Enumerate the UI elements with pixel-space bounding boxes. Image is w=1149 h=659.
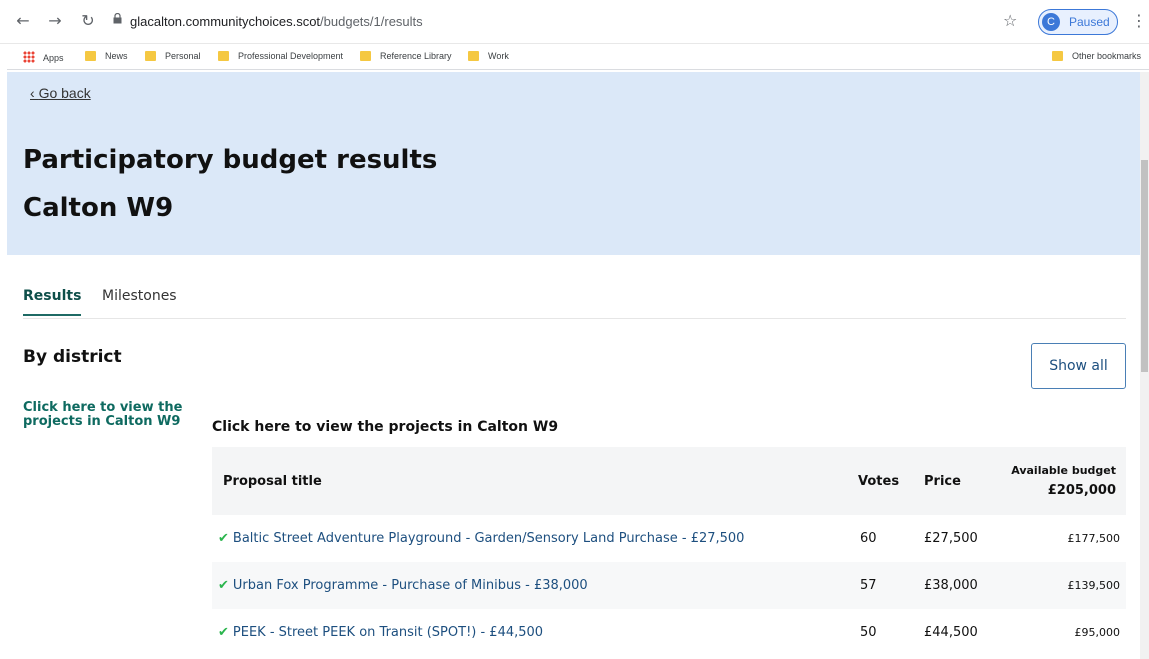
bookmark-other[interactable]: Other bookmarks xyxy=(1052,51,1141,61)
budget-cell: £177,500 xyxy=(1067,532,1121,545)
bookmark-work[interactable]: Work xyxy=(468,51,509,61)
profile-status: Paused xyxy=(1069,15,1110,29)
folder-icon xyxy=(360,51,371,61)
page-title-line1: Participatory budget results xyxy=(23,145,438,175)
profile-button[interactable]: C Paused xyxy=(1038,9,1118,35)
votes-cell: 50 xyxy=(860,625,877,640)
page-title: Participatory budget results Calton W9 xyxy=(23,136,437,232)
tab-results[interactable]: Results xyxy=(23,288,82,316)
menu-kebab-icon[interactable]: ⋮ xyxy=(1131,11,1147,30)
proposal-link[interactable]: ✔ PEEK - Street PEEK on Transit (SPOT!) -… xyxy=(212,609,858,656)
votes-cell: 60 xyxy=(860,531,877,546)
budget-cell: £95,000 xyxy=(1074,626,1121,639)
page-title-line2: Calton W9 xyxy=(23,193,174,223)
bookmark-reference-library[interactable]: Reference Library xyxy=(360,51,452,61)
check-icon: ✔ xyxy=(218,578,229,593)
browser-toolbar: ← → ↻ glacalton.communitychoices.scot/bu… xyxy=(0,0,1149,44)
bookmark-professional-development[interactable]: Professional Development xyxy=(218,51,343,61)
district-heading: By district xyxy=(23,347,122,367)
header-proposal-title: Proposal title xyxy=(223,473,322,489)
budget-cell: £139,500 xyxy=(1067,579,1121,592)
header-price: Price xyxy=(924,473,961,489)
table-row: ✔ PEEK - Street PEEK on Transit (SPOT!) -… xyxy=(212,609,1126,656)
check-icon: ✔ xyxy=(218,531,229,546)
folder-icon xyxy=(468,51,479,61)
price-cell: £27,500 xyxy=(924,531,978,546)
url-bar[interactable]: glacalton.communitychoices.scot/budgets/… xyxy=(130,14,423,29)
header-votes: Votes xyxy=(858,473,900,489)
budget-label: Available budget xyxy=(1011,464,1116,477)
window-edge xyxy=(0,44,7,659)
forward-arrow-icon[interactable]: → xyxy=(46,12,64,30)
bookmark-apps[interactable]: Apps xyxy=(23,51,64,63)
folder-icon xyxy=(218,51,229,61)
show-all-button[interactable]: Show all xyxy=(1031,343,1126,389)
price-cell: £38,000 xyxy=(924,578,978,593)
table-header-row: Proposal title Votes Price Available bud… xyxy=(212,447,1126,515)
folder-icon xyxy=(1052,51,1063,61)
proposal-link[interactable]: ✔ Urban Fox Programme - Purchase of Minib… xyxy=(212,562,858,609)
table-heading: Click here to view the projects in Calto… xyxy=(212,419,559,435)
proposal-link[interactable]: ✔ Baltic Street Adventure Playground - Ga… xyxy=(212,515,858,562)
go-back-link[interactable]: ‹ Go back xyxy=(30,85,91,101)
table-row: ✔ Baltic Street Adventure Playground - Ga… xyxy=(212,515,1126,562)
bookmark-star-icon[interactable]: ☆ xyxy=(1003,11,1017,30)
chevron-left-icon: ‹ xyxy=(30,85,39,101)
folder-icon xyxy=(85,51,96,61)
lock-icon xyxy=(113,13,122,24)
bookmark-personal[interactable]: Personal xyxy=(145,51,201,61)
reload-icon[interactable]: ↻ xyxy=(79,12,97,30)
check-icon: ✔ xyxy=(218,625,229,640)
results-table: Proposal title Votes Price Available bud… xyxy=(212,447,1126,656)
tab-milestones[interactable]: Milestones xyxy=(102,288,177,304)
apps-grid-icon xyxy=(23,51,35,63)
price-cell: £44,500 xyxy=(924,625,978,640)
budget-total: £205,000 xyxy=(1047,483,1116,498)
table-row: ✔ Urban Fox Programme - Purchase of Minib… xyxy=(212,562,1126,609)
district-link[interactable]: Click here to view the projects in Calto… xyxy=(23,401,193,429)
results-tabs: Results Milestones xyxy=(23,288,1126,319)
bookmarks-bar: Apps News Personal Professional Developm… xyxy=(0,44,1149,70)
scrollbar-thumb[interactable] xyxy=(1141,160,1148,372)
bookmark-news[interactable]: News xyxy=(85,51,128,61)
folder-icon xyxy=(145,51,156,61)
votes-cell: 57 xyxy=(860,578,877,593)
avatar: C xyxy=(1042,13,1060,31)
header-available-budget: Available budget £205,000 xyxy=(998,447,1126,515)
back-arrow-icon[interactable]: ← xyxy=(14,12,32,30)
